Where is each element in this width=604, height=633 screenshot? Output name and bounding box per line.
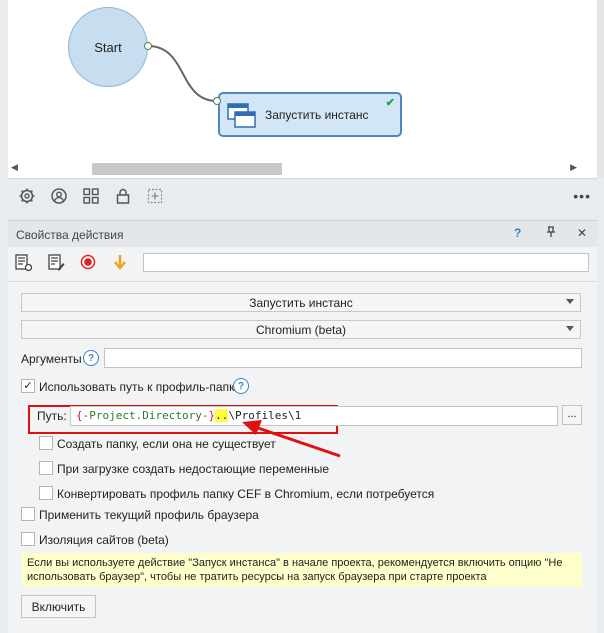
action-type-value: Запустить инстанс bbox=[249, 295, 353, 310]
chevron-down-icon bbox=[566, 299, 574, 304]
info-notice: Если вы используете действие "Запуск инс… bbox=[22, 553, 582, 587]
start-node[interactable]: Start bbox=[68, 7, 148, 87]
divider bbox=[8, 281, 597, 282]
edit-notes-icon[interactable] bbox=[48, 254, 66, 275]
add-frame-icon[interactable] bbox=[146, 187, 164, 205]
canvas-toolbar: ••• bbox=[8, 179, 597, 213]
chevron-down-icon bbox=[566, 326, 574, 331]
panel-header: Свойства действия ? ✕ bbox=[8, 221, 597, 247]
apply-profile-checkbox[interactable] bbox=[21, 507, 35, 521]
browse-button[interactable]: ... bbox=[562, 405, 582, 425]
convert-cef-label: Конвертировать профиль папку CEF в Chrom… bbox=[57, 487, 435, 501]
start-node-label: Start bbox=[94, 39, 122, 55]
action-node-input-port[interactable] bbox=[213, 97, 221, 105]
canvas-horizontal-scrollbar[interactable]: ◀ ▶ bbox=[8, 160, 597, 178]
panel-title: Свойства действия bbox=[16, 228, 124, 242]
create-folder-label: Создать папку, если она не существует bbox=[57, 437, 276, 451]
canvas-vertical-scrollbar[interactable] bbox=[597, 0, 604, 178]
arguments-input[interactable] bbox=[104, 348, 582, 368]
enable-button[interactable]: Включить bbox=[21, 595, 96, 618]
help-icon[interactable]: ? bbox=[83, 350, 99, 366]
scroll-left-icon[interactable]: ◀ bbox=[11, 162, 18, 173]
create-vars-label: При загрузке создать недостающие перемен… bbox=[57, 462, 330, 476]
browser-type-dropdown[interactable]: Chromium (beta) bbox=[21, 320, 581, 339]
scrollbar-thumb[interactable] bbox=[92, 163, 282, 175]
create-vars-checkbox[interactable] bbox=[39, 461, 53, 475]
path-label: Путь: bbox=[37, 409, 67, 423]
lock-icon[interactable] bbox=[114, 187, 132, 205]
close-icon[interactable]: ✕ bbox=[577, 226, 587, 240]
action-node-launch-instance[interactable]: Запустить инстанс ✔ bbox=[218, 92, 402, 137]
apply-profile-label: Применить текущий профиль браузера bbox=[39, 508, 259, 522]
record-icon[interactable] bbox=[80, 254, 96, 273]
create-folder-checkbox[interactable] bbox=[39, 436, 53, 450]
user-icon[interactable] bbox=[50, 187, 68, 205]
action-node-label: Запустить инстанс bbox=[265, 108, 369, 122]
action-name-input[interactable] bbox=[143, 253, 589, 272]
action-settings-icon[interactable] bbox=[15, 254, 33, 275]
pin-icon[interactable] bbox=[546, 226, 556, 241]
use-profile-path-label: Использовать путь к профиль-папке bbox=[39, 380, 242, 394]
check-icon: ✔ bbox=[385, 97, 395, 109]
app-window: Start Запустить инстанс ✔ ◀ ▶ ••• Свойст… bbox=[0, 0, 604, 633]
site-isolation-checkbox[interactable] bbox=[21, 532, 35, 546]
profile-path-input[interactable]: {-Project.Directory-}..\Profiles\1 bbox=[70, 406, 558, 426]
help-icon[interactable]: ? bbox=[514, 226, 521, 240]
convert-cef-checkbox[interactable] bbox=[39, 486, 53, 500]
action-type-dropdown[interactable]: Запустить инстанс bbox=[21, 293, 581, 312]
site-isolation-label: Изоляция сайтов (beta) bbox=[39, 533, 169, 547]
browser-type-value: Chromium (beta) bbox=[255, 322, 347, 337]
window-stack-icon bbox=[227, 103, 257, 132]
settings-icon[interactable] bbox=[18, 187, 36, 205]
more-options-icon[interactable]: ••• bbox=[573, 188, 591, 204]
help-icon[interactable]: ? bbox=[233, 378, 249, 394]
grid-icon[interactable] bbox=[82, 187, 100, 205]
start-node-output-port[interactable] bbox=[144, 42, 152, 50]
use-profile-path-checkbox[interactable]: ✓ bbox=[21, 379, 35, 393]
arrow-down-icon[interactable] bbox=[112, 254, 128, 273]
scroll-right-icon[interactable]: ▶ bbox=[570, 162, 577, 173]
arguments-label: Аргументы bbox=[21, 352, 82, 366]
